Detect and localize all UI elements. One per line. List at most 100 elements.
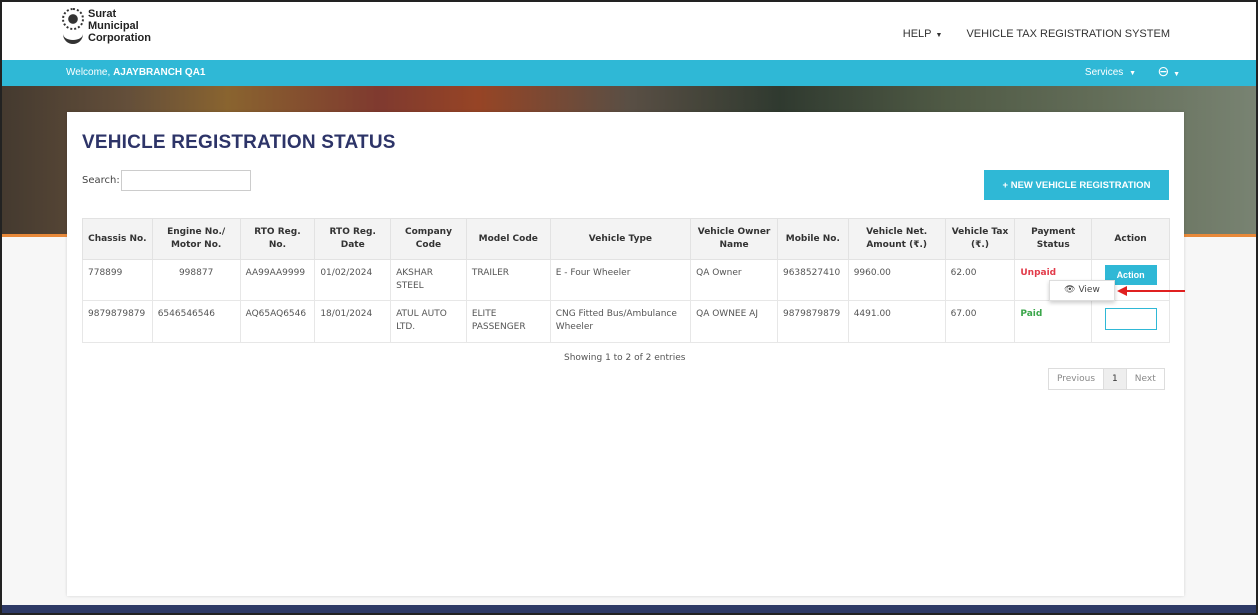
page-1-button[interactable]: 1 [1103, 369, 1127, 389]
red-arrow-icon [1117, 286, 1185, 296]
user-circle-icon: ⊖ [1157, 63, 1170, 79]
welcome-bar: Welcome, AJAYBRANCH QA1 Services ▼ ⊖ ▼ [2, 60, 1256, 86]
col-company-label-1: Company [404, 227, 452, 237]
cell-amount: 9960.00 [847, 259, 946, 301]
col-rto-label-2: No. [268, 240, 287, 250]
col-company-label-2: Code [415, 240, 442, 250]
system-title-link[interactable]: VEHICLE TAX REGISTRATION SYSTEM [966, 28, 1170, 40]
view-menu-item[interactable]: 👁 View [1064, 285, 1100, 295]
welcome-prefix: Welcome, [66, 67, 111, 78]
status-badge: Unpaid [1020, 268, 1057, 278]
cell-model-line-1: TRAILER [471, 268, 510, 278]
cell-mobile: 9879879879 [776, 300, 849, 343]
col-owner[interactable]: Vehicle Owner Name [690, 218, 778, 260]
col-payment-status[interactable]: Payment Status [1014, 218, 1093, 260]
col-tax[interactable]: Vehicle Tax (₹.) [944, 218, 1016, 260]
brand-line-2: Municipal [88, 20, 139, 32]
col-tax-label-1: Vehicle Tax [951, 227, 1009, 237]
view-label: View [1078, 285, 1100, 295]
col-amount-label-1: Vehicle Net. [866, 227, 928, 237]
search-input[interactable] [121, 170, 251, 191]
footer-bar [2, 605, 1256, 613]
brand-name: Surat Municipal Corporation [88, 8, 151, 44]
action-dropdown-button[interactable] [1104, 308, 1157, 330]
cell-engine: 998877 [151, 259, 241, 301]
previous-button[interactable]: Previous [1049, 369, 1103, 389]
col-action: Action [1091, 218, 1170, 260]
pagination: Previous 1 Next [1048, 368, 1165, 390]
cell-model-line-2: PASSENGER [471, 322, 526, 332]
col-date[interactable]: RTO Reg. Date [314, 218, 392, 260]
col-model-label: Model Code [478, 233, 538, 244]
cell-model: TRAILER [465, 259, 551, 301]
col-pay-label-1: Payment [1031, 227, 1076, 237]
cell-owner: QA Owner [690, 259, 778, 301]
cell-rto: AQ65AQ6546 [239, 300, 316, 343]
cell-mobile: 9638527410 [776, 259, 849, 301]
chevron-down-icon: ▼ [935, 32, 943, 39]
vehicle-table: Chassis No. Engine No./ Motor No. RTO Reg… [82, 218, 1170, 343]
col-engine[interactable]: Engine No./ Motor No. [151, 218, 241, 260]
user-menu[interactable]: ⊖ ▼ [1157, 63, 1180, 80]
col-chassis-label: Chassis No. [88, 233, 147, 244]
col-rto[interactable]: RTO Reg. No. [239, 218, 316, 260]
col-owner-label-2: Name [719, 240, 749, 250]
cell-rto: AA99AA9999 [239, 259, 316, 301]
cell-date: 18/01/2024 [314, 300, 392, 343]
cell-action [1091, 300, 1170, 343]
col-date-label-1: RTO Reg. [329, 227, 376, 237]
cell-amount: 4491.00 [847, 300, 946, 343]
cell-company-line-1: ATUL AUTO [396, 309, 447, 319]
cell-owner: QA OWNEE AJ [690, 300, 778, 343]
help-label: HELP [902, 28, 932, 40]
cell-company-line-1: AKSHAR [396, 268, 434, 278]
col-mobile[interactable]: Mobile No. [776, 218, 849, 260]
col-company[interactable]: Company Code [390, 218, 467, 260]
brand-line-3: Corporation [88, 32, 151, 44]
services-label: Services [1084, 67, 1124, 78]
cell-vtype-line-1: CNG Fitted Bus/Ambulance [555, 309, 677, 319]
app-window: Surat Municipal Corporation HELP ▼ VEHICL… [0, 0, 1258, 615]
cell-vtype-line-2: Wheeler [555, 322, 594, 332]
cell-chassis: 9879879879 [82, 300, 153, 343]
action-dropdown-menu: 👁 View [1049, 280, 1115, 301]
cell-tax: 67.00 [944, 300, 1016, 343]
help-menu[interactable]: HELP ▼ [903, 28, 943, 40]
col-vehicle-type[interactable]: Vehicle Type [549, 218, 692, 260]
cell-tax: 62.00 [944, 259, 1016, 301]
cell-engine: 6546546546 [151, 300, 241, 343]
search-label: Search: [82, 175, 120, 186]
cell-vehicle-type: CNG Fitted Bus/Ambulance Wheeler [549, 300, 692, 343]
col-amount[interactable]: Vehicle Net. Amount (₹.) [847, 218, 946, 260]
next-button[interactable]: Next [1127, 369, 1164, 389]
new-vehicle-registration-button[interactable]: + NEW VEHICLE REGISTRATION [984, 170, 1169, 200]
table-row: 778899 998877 AA99AA9999 01/02/2024 AKSH… [82, 259, 1170, 301]
col-chassis[interactable]: Chassis No. [82, 218, 153, 260]
col-pay-label-2: Status [1036, 240, 1070, 250]
col-model[interactable]: Model Code [465, 218, 551, 260]
cell-vehicle-type: E - Four Wheeler [549, 259, 692, 301]
status-badge: Paid [1020, 309, 1043, 319]
col-mobile-label: Mobile No. [785, 233, 840, 244]
top-header: Surat Municipal Corporation HELP ▼ VEHICL… [2, 2, 1256, 60]
col-tax-label-2: (₹.) [971, 240, 989, 250]
brand-line-1: Surat [88, 8, 117, 20]
brand-logo[interactable]: Surat Municipal Corporation [62, 8, 151, 52]
cell-model-line-1: ELITE [471, 309, 497, 319]
col-action-label: Action [1114, 233, 1147, 244]
welcome-user: AJAYBRANCH QA1 [113, 67, 206, 78]
top-nav: HELP ▼ VEHICLE TAX REGISTRATION SYSTEM [903, 28, 1170, 40]
entries-info: Showing 1 to 2 of 2 entries [564, 353, 686, 363]
col-rto-label-1: RTO Reg. [254, 227, 301, 237]
page-title: VEHICLE REGISTRATION STATUS [82, 132, 396, 153]
cell-company-line-2: LTD. [396, 322, 416, 332]
table-header-row: Chassis No. Engine No./ Motor No. RTO Reg… [82, 218, 1170, 260]
col-engine-label-1: Engine No./ [167, 227, 226, 237]
col-engine-label-2: Motor No. [170, 240, 222, 250]
eye-icon: 👁 [1064, 285, 1076, 295]
table-row: 9879879879 6546546546 AQ65AQ6546 18/01/2… [82, 300, 1170, 343]
content-panel: VEHICLE REGISTRATION STATUS Search: + NE… [67, 112, 1185, 596]
chevron-down-icon: ▼ [1129, 70, 1136, 77]
services-menu[interactable]: Services ▼ [1085, 67, 1136, 78]
col-date-label-2: Date [340, 240, 365, 250]
